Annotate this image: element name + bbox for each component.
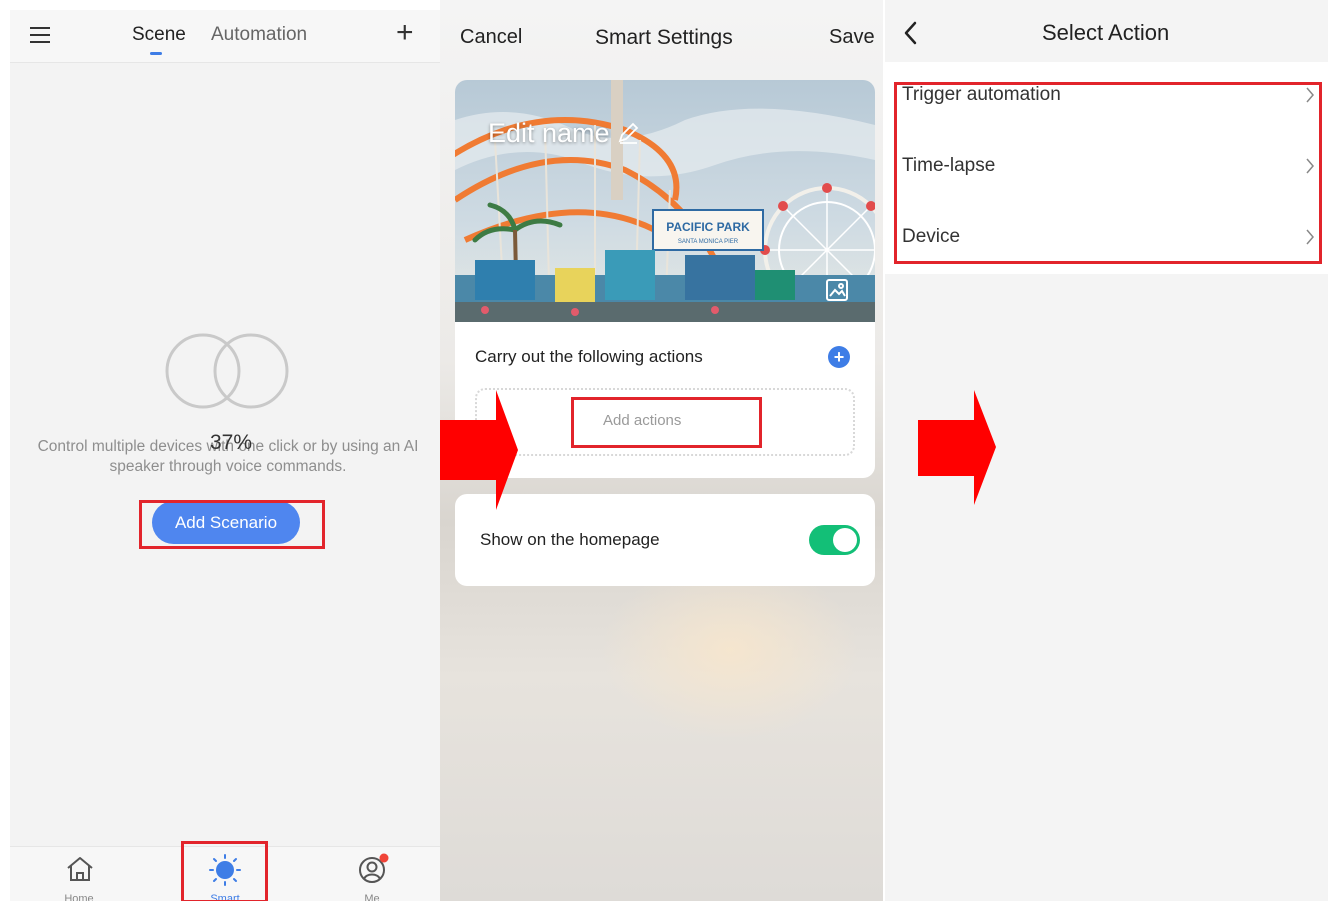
back-chevron-icon[interactable]	[903, 20, 917, 46]
loading-percentage: 37%	[210, 431, 253, 454]
nav-me-label: Me	[364, 893, 380, 901]
hero-subsign: SANTA MONICA PIER	[678, 239, 739, 245]
nav-home-label: Home	[64, 893, 94, 901]
show-homepage-card: Show on the homepage	[455, 494, 875, 586]
add-action-icon[interactable]: +	[828, 346, 850, 368]
background-glow	[600, 560, 860, 740]
tab-automation[interactable]: Automation	[211, 24, 307, 46]
actions-card: Carry out the following actions + Add ac…	[455, 322, 875, 478]
add-icon[interactable]: +	[396, 18, 414, 48]
scene-screen: Scene Automation + Control multiple devi…	[10, 10, 440, 901]
save-button[interactable]: Save	[829, 26, 875, 49]
edit-name-field[interactable]: Edit name	[488, 118, 639, 149]
edit-name-label: Edit name	[488, 118, 610, 148]
profile-icon	[359, 853, 389, 883]
highlight-add-actions	[571, 397, 762, 448]
arrow-right-icon	[918, 390, 996, 505]
home-icon	[67, 857, 93, 881]
top-bar: Scene Automation +	[10, 10, 440, 63]
actions-section-title: Carry out the following actions	[475, 347, 703, 366]
tab-scene[interactable]: Scene	[132, 24, 186, 46]
page-title: Smart Settings	[595, 26, 733, 49]
scene-cover-image[interactable]: PACIFIC PARK SANTA MONICA PIER	[455, 80, 875, 322]
toggle-knob	[833, 528, 857, 552]
highlight-smart-tab	[181, 841, 268, 901]
pencil-icon	[618, 122, 639, 144]
highlight-add-scenario	[139, 500, 325, 549]
highlight-action-list	[894, 82, 1322, 264]
bottom-navigation: Home Smart Me	[10, 841, 440, 901]
cancel-button[interactable]: Cancel	[460, 26, 522, 49]
scene-empty-illustration	[165, 333, 289, 409]
nav-me[interactable]: Me	[332, 847, 412, 901]
active-tab-indicator	[150, 52, 162, 55]
page-title: Select Action	[1042, 20, 1170, 45]
menu-icon[interactable]	[30, 27, 50, 43]
show-homepage-label: Show on the homepage	[480, 530, 660, 549]
hero-sign: PACIFIC PARK	[666, 220, 750, 234]
nav-home[interactable]: Home	[39, 847, 119, 901]
arrow-right-icon	[440, 390, 518, 510]
show-homepage-toggle[interactable]	[809, 525, 860, 555]
